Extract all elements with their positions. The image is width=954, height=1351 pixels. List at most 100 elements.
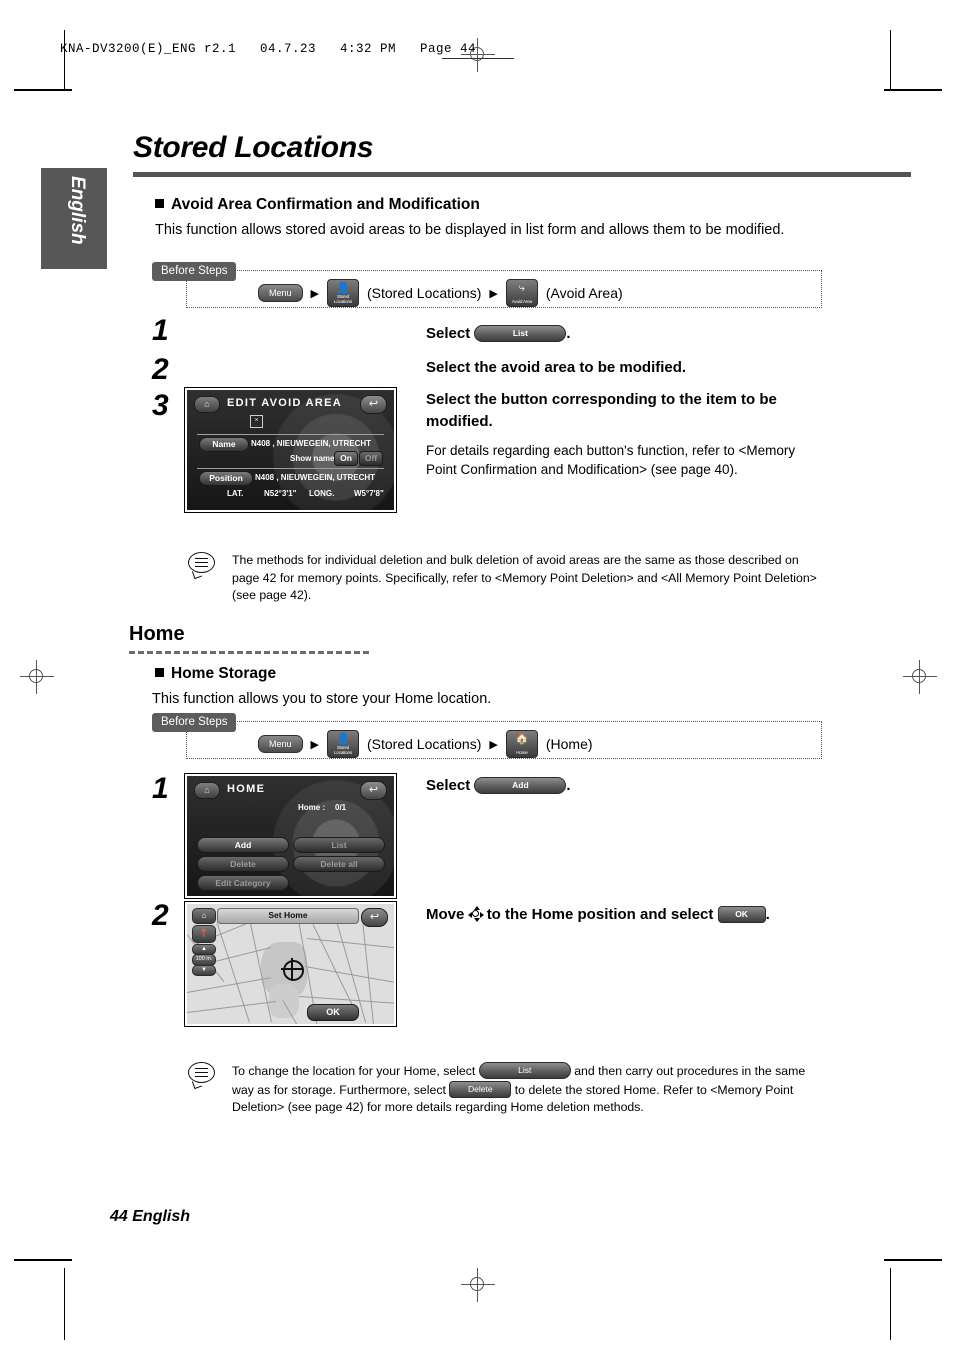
before-steps-tag-2: Before Steps [152, 713, 237, 732]
page-border-right-lower [890, 1268, 891, 1340]
registration-mark-bottom [461, 1268, 495, 1302]
divider-1 [197, 434, 384, 435]
home-step-2-period: . [765, 906, 770, 923]
section-heading-avoid-area: Avoid Area Confirmation and Modification [155, 196, 480, 214]
before-steps-text-1: (Stored Locations) [366, 285, 482, 301]
delete-x-icon[interactable]: × [250, 415, 263, 428]
crop-mark-bottom-left [14, 1259, 72, 1261]
note-list-button[interactable]: List [478, 1062, 571, 1079]
print-header-text: KNA-DV3200(E)_ENG r2.1 04.7.23 4:32 PM P… [60, 42, 477, 56]
add-button[interactable]: Add [474, 777, 567, 794]
crop-mark-bottom-right [884, 1259, 942, 1261]
section-body-avoid-area: This function allows stored avoid areas … [155, 222, 785, 238]
registration-mark-left [20, 660, 54, 694]
map-crosshair-cursor[interactable] [281, 958, 304, 981]
lat-label: LAT. [227, 489, 244, 498]
print-header-underline [442, 58, 514, 59]
page-border-left-lower [64, 1268, 65, 1340]
arrow-right-icon-3: ▶ [310, 738, 319, 751]
home-icon[interactable]: 🏠 Home [505, 730, 538, 758]
step-number-1: 1 [152, 314, 169, 347]
home-counter-value: 0/1 [335, 803, 347, 812]
name-button[interactable]: Name [199, 437, 249, 452]
arrow-right-icon: ▶ [310, 287, 319, 300]
screen-home-icon[interactable]: ⌂ [194, 396, 220, 413]
list-button[interactable]: List [474, 325, 567, 342]
step-3-detail: For details regarding each button's func… [426, 443, 796, 477]
edit-avoid-area-title: EDIT AVOID AREA [227, 397, 343, 409]
note-2-part1: To change the location for your Home, se… [232, 1064, 476, 1078]
home-counter-label: Home : [298, 803, 326, 812]
home-section-heading: Home [129, 623, 185, 645]
home-step-1-instruction: Select Add. [426, 777, 571, 794]
before-steps-text-3: (Stored Locations) [366, 736, 482, 752]
bullet-square-icon [155, 199, 164, 208]
section-heading-home-storage: Home Storage [155, 665, 276, 683]
stored-locations-icon[interactable]: 👤 Stored Locations [326, 279, 359, 307]
note-text-1: The methods for individual deletion and … [232, 553, 817, 602]
divider-2 [197, 468, 384, 469]
position-button[interactable]: Position [199, 471, 253, 486]
before-steps-text-2: (Avoid Area) [545, 285, 623, 301]
home-delete-all-button[interactable]: Delete all [293, 856, 385, 872]
ok-button[interactable]: OK [717, 906, 766, 923]
home-step-1-period: . [566, 777, 571, 794]
page-title: Stored Locations [133, 131, 374, 164]
title-rule [133, 172, 911, 177]
before-steps-tag-1: Before Steps [152, 262, 237, 281]
back-icon[interactable]: ↩ [360, 395, 387, 414]
edit-avoid-area-screenshot: ⌂ EDIT AVOID AREA ↩ × Name N408 , NIEUWE… [185, 388, 396, 512]
before-steps-text-4: (Home) [545, 736, 593, 752]
stored-locations-icon-2[interactable]: 👤 Stored Locations [326, 730, 359, 758]
set-home-map-screenshot: Set Home ⌂ 📍 ▲ 100 m. ▼ ↩ OK [185, 902, 396, 1026]
step-number-3: 3 [152, 389, 169, 422]
note-bubble-icon-2 [188, 1062, 215, 1090]
home-delete-button[interactable]: Delete [197, 856, 289, 872]
name-value: N408 , NIEUWEGEIN, UTRECHT [251, 439, 372, 448]
before-steps-row-2: Menu ▶ 👤 Stored Locations (Stored Locatio… [258, 730, 593, 758]
set-home-title-bar: Set Home [217, 908, 359, 924]
home-screen-title: HOME [227, 783, 266, 795]
note-delete-button[interactable]: Delete [449, 1080, 512, 1098]
language-side-tab-label: English [67, 176, 88, 245]
bullet-square-icon-2 [155, 668, 164, 677]
arrow-right-icon-2: ▶ [489, 287, 498, 300]
show-name-on-button[interactable]: On [334, 451, 358, 466]
lat-value: N52°3'1" [264, 489, 297, 498]
home-screenshot: ⌂ HOME ↩ Home : 0/1 Add List Delete Dele… [185, 774, 396, 898]
step-2-instruction: Select the avoid area to be modified. [426, 359, 687, 376]
home-edit-category-button[interactable]: Edit Category [197, 875, 289, 891]
home-add-button[interactable]: Add [197, 837, 289, 853]
step-3-instruction: Select the button corresponding to the i… [426, 391, 777, 430]
map-ok-button[interactable]: OK [307, 1004, 359, 1021]
map-home-icon[interactable]: ⌂ [192, 908, 216, 924]
home-screen-home-icon[interactable]: ⌂ [194, 782, 220, 799]
joystick-cursor-icon [467, 906, 484, 922]
page-border-right [890, 30, 891, 90]
page-border-left [64, 30, 65, 90]
menu-button-icon-2[interactable]: Menu [258, 735, 303, 753]
step-number-2: 2 [152, 353, 169, 386]
home-list-button[interactable]: List [293, 837, 385, 853]
show-name-label: Show name [290, 454, 335, 463]
step-1-period: . [566, 325, 571, 342]
home-section-dashed-rule [129, 651, 369, 654]
long-label: LONG. [309, 489, 335, 498]
note-bubble-icon [188, 552, 215, 580]
section-body-home-storage: This function allows you to store your H… [152, 691, 492, 707]
map-zoom-out-icon[interactable]: ▼ [192, 965, 216, 976]
map-pin-icon[interactable]: 📍 [192, 925, 216, 943]
home-step-number-1: 1 [152, 772, 169, 805]
menu-button-icon[interactable]: Menu [258, 284, 303, 302]
before-steps-row-1: Menu ▶ 👤 Stored Locations (Stored Locatio… [258, 279, 623, 307]
registration-mark-right [903, 660, 937, 694]
avoid-area-icon[interactable]: ⤷ Avoid Area [505, 279, 538, 307]
home-screen-back-icon[interactable]: ↩ [360, 781, 387, 800]
arrow-right-icon-4: ▶ [489, 738, 498, 751]
home-step-number-2: 2 [152, 899, 169, 932]
crop-mark-top-right [884, 89, 942, 91]
map-back-icon[interactable]: ↩ [361, 908, 388, 927]
show-name-off-button[interactable]: Off [359, 451, 383, 466]
long-value: W5°7'8" [354, 489, 384, 498]
home-step-2-instruction: Move to the Home position and select OK. [426, 906, 770, 923]
